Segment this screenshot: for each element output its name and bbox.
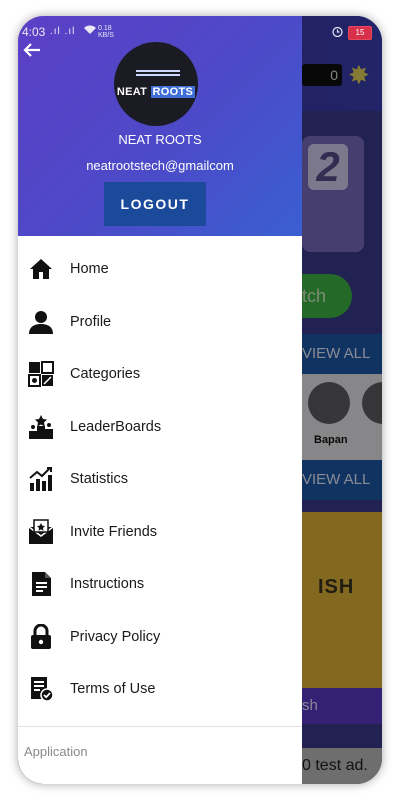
menu-item-label: LeaderBoards (70, 418, 162, 435)
logo-text: NEAT ROOTS (114, 86, 198, 98)
section-label-application: Application (24, 744, 88, 759)
home-icon (28, 256, 54, 282)
app-logo: NEAT ROOTS (114, 42, 198, 126)
invite-icon (28, 518, 54, 545)
menu-item-label: Privacy Policy (70, 628, 161, 645)
menu-item-label: Home (70, 261, 109, 277)
alarm-icon (332, 26, 343, 40)
menu-item-label: Terms of Use (70, 681, 156, 697)
profile-icon (28, 309, 54, 335)
menu-item-label: Instructions (70, 576, 145, 592)
signal-icon: .ıl .ıl (50, 26, 76, 37)
categories-icon (28, 361, 54, 387)
drawer-header: NEAT ROOTS NEAT ROOTS neatrootstech@gmai… (18, 16, 302, 236)
menu-item-privacy-policy[interactable]: Privacy Policy (18, 612, 302, 665)
logo-lines (136, 70, 180, 80)
menu-divider (18, 726, 302, 727)
terms-icon (28, 676, 54, 702)
drawer-menu: Home Profile Categories LeaderBoards Sta… (18, 244, 302, 717)
menu-item-profile[interactable]: Profile (18, 297, 302, 350)
menu-item-label: Categories (70, 366, 141, 382)
leaderboard-icon (28, 414, 54, 440)
menu-item-label: Invite Friends (70, 523, 158, 540)
menu-item-terms-of-use[interactable]: Terms of Use (18, 664, 302, 717)
network-speed-unit: KB/S (98, 32, 114, 39)
battery-icon: 15 (348, 26, 372, 40)
network-speed: 0.18 KB/S (98, 25, 114, 39)
menu-item-label: Profile (70, 313, 112, 330)
menu-item-home[interactable]: Home (18, 244, 302, 297)
logo-word-roots: ROOTS (150, 86, 196, 98)
navigation-drawer: NEAT ROOTS NEAT ROOTS neatrootstech@gmai… (18, 16, 302, 784)
menu-item-leaderboards[interactable]: LeaderBoards (18, 402, 302, 455)
instructions-icon (28, 571, 54, 597)
wifi-icon (84, 24, 96, 38)
lock-icon (28, 623, 54, 650)
user-name: NEAT ROOTS (118, 132, 202, 147)
logo-word-neat: NEAT (116, 86, 148, 98)
logout-button[interactable]: LOGOUT (104, 182, 206, 226)
status-time: 4:03 (22, 25, 46, 39)
menu-item-label: Statistics (70, 471, 129, 487)
menu-item-categories[interactable]: Categories (18, 349, 302, 402)
network-speed-value: 0.18 (98, 25, 112, 32)
menu-item-statistics[interactable]: Statistics (18, 454, 302, 507)
menu-item-instructions[interactable]: Instructions (18, 559, 302, 612)
user-email: neatrootstech@gmailcom (86, 158, 234, 173)
status-bar: 4:03 .ıl .ıl 0.18 KB/S 15 (18, 16, 382, 46)
statistics-icon (28, 466, 54, 492)
menu-item-invite-friends[interactable]: Invite Friends (18, 507, 302, 560)
phone-frame: 0 ✸ 2 tch VIEW ALL Bapan VIEW ALL ISH sh… (18, 16, 382, 784)
